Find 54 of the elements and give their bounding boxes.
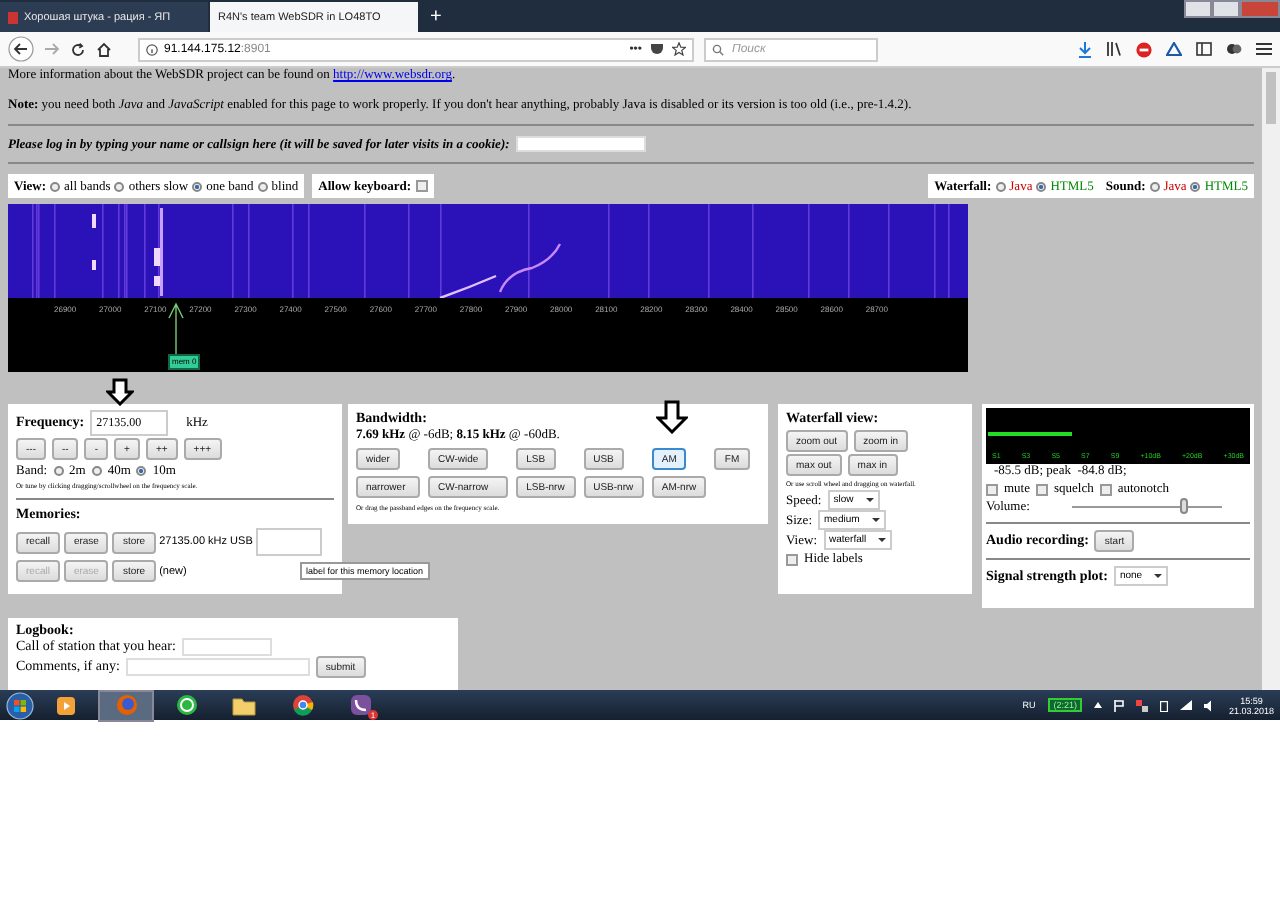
- triangle-icon[interactable]: [1166, 42, 1182, 56]
- flag-icon[interactable]: [1114, 699, 1125, 711]
- phone-icon[interactable]: [349, 694, 371, 716]
- radio-button[interactable]: [50, 181, 61, 191]
- menu-icon[interactable]: [1256, 42, 1272, 56]
- reload-icon[interactable]: [70, 41, 86, 57]
- slider-thumb[interactable]: [1180, 498, 1189, 514]
- new-tab-button[interactable]: +: [420, 5, 452, 27]
- signal-icon[interactable]: [1180, 700, 1193, 710]
- maximize-button[interactable]: [1212, 0, 1240, 18]
- sidebar-icon[interactable]: [1196, 42, 1212, 56]
- radio-button[interactable]: [1190, 181, 1201, 191]
- block-icon[interactable]: [1136, 41, 1152, 57]
- speaker-icon[interactable]: [1204, 699, 1217, 711]
- chat-icon[interactable]: [175, 694, 197, 716]
- battery-icon[interactable]: [1160, 699, 1169, 711]
- radio-button[interactable]: [192, 181, 203, 191]
- memory-label-field[interactable]: [256, 528, 323, 556]
- pocket-icon[interactable]: [650, 42, 664, 56]
- radio-button[interactable]: [995, 181, 1006, 191]
- folder-icon[interactable]: [232, 695, 256, 715]
- scrollbar[interactable]: [1262, 68, 1280, 690]
- caret-icon[interactable]: [1094, 702, 1103, 708]
- caret-icon: [878, 538, 887, 542]
- download-icon[interactable]: [1078, 41, 1092, 57]
- caret-icon: [865, 498, 874, 502]
- caret-icon: [871, 518, 880, 522]
- home-icon[interactable]: [96, 41, 112, 57]
- radio-button[interactable]: [136, 466, 147, 476]
- back-icon[interactable]: [8, 36, 34, 62]
- radio-button[interactable]: [114, 181, 125, 191]
- media-player-icon[interactable]: [56, 695, 76, 715]
- radio-button[interactable]: [1149, 181, 1160, 191]
- library-icon[interactable]: [1106, 42, 1122, 56]
- caret-icon: [1154, 574, 1163, 578]
- minimize-button[interactable]: [1184, 0, 1212, 18]
- call-field[interactable]: [181, 638, 272, 656]
- site-icon: [8, 11, 18, 23]
- radio-button[interactable]: [91, 466, 102, 476]
- browser-icon[interactable]: [291, 694, 313, 716]
- radio-button[interactable]: [257, 181, 268, 191]
- info-icon[interactable]: [146, 43, 158, 55]
- radio-button[interactable]: [1036, 181, 1047, 191]
- checkbox[interactable]: [415, 180, 428, 192]
- checkbox[interactable]: [1036, 483, 1048, 495]
- tuning-marker-icon: [168, 302, 184, 354]
- start-button[interactable]: [6, 691, 34, 719]
- checkbox[interactable]: [986, 483, 998, 495]
- comments-field[interactable]: [125, 658, 310, 676]
- radio-button[interactable]: [53, 466, 64, 476]
- star-icon[interactable]: [672, 42, 686, 56]
- checkbox[interactable]: [786, 553, 798, 565]
- callsign-field[interactable]: [515, 136, 646, 152]
- checkbox[interactable]: [1099, 483, 1112, 495]
